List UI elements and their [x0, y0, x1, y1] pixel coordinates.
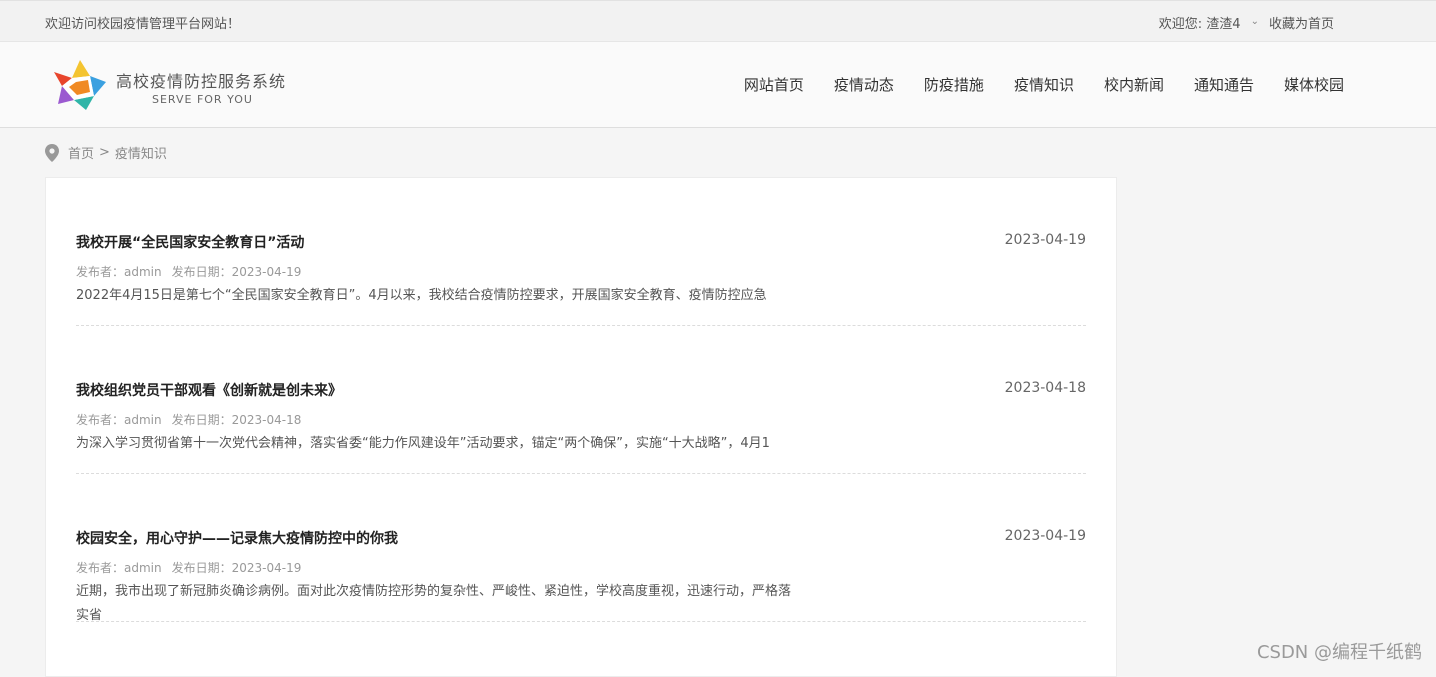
nav-notices[interactable]: 通知通告: [1194, 74, 1254, 95]
breadcrumb-separator: >: [99, 145, 110, 160]
article-title[interactable]: 我校开展“全民国家安全教育日”活动: [76, 232, 304, 252]
breadcrumb: 首页 > 疫情知识: [45, 143, 167, 162]
article-summary: 为深入学习贯彻省第十一次党代会精神，落实省委“能力作风建设年”活动要求，锚定“两…: [76, 436, 770, 451]
location-pin-icon: [45, 143, 59, 162]
nav-epidemic-news[interactable]: 疫情动态: [834, 74, 894, 95]
site-logo[interactable]: [50, 56, 110, 112]
article-meta: 发布者：admin 发布日期：2023-04-18: [76, 411, 301, 428]
article-author: 发布者：admin: [76, 265, 162, 279]
article-meta: 发布者：admin 发布日期：2023-04-19: [76, 263, 301, 280]
site-title: 高校疫情防控服务系统: [116, 72, 287, 91]
top-bar-right: 欢迎您: 渣渣4 ⌄ 收藏为首页: [1159, 13, 1334, 32]
user-menu[interactable]: 欢迎您: 渣渣4: [1159, 13, 1241, 32]
article-author: 发布者：admin: [76, 413, 162, 427]
chevron-down-icon[interactable]: ⌄: [1251, 16, 1259, 27]
article-summary: 近期，我市出现了新冠肺炎确诊病例。面对此次疫情防控形势的复杂性、严峻性、紧迫性，…: [76, 584, 792, 623]
article-published: 发布日期：2023-04-19: [171, 561, 302, 575]
list-item: 校园安全，用心守护——记录焦大疫情防控中的你我 2023-04-19 发布者：a…: [76, 474, 1086, 623]
breadcrumb-current: 疫情知识: [114, 147, 167, 162]
watermark: CSDN @编程千纸鹤: [1256, 642, 1422, 663]
top-bar: 欢迎访问校园疫情管理平台网站！ 欢迎您: 渣渣4 ⌄ 收藏为首页: [0, 0, 1436, 42]
site-subtitle: SERVE FOR YOU: [152, 93, 253, 106]
article-list: 我校开展“全民国家安全教育日”活动 2023-04-19 发布者：admin 发布…: [45, 177, 1117, 677]
favorite-link[interactable]: 收藏为首页: [1269, 13, 1334, 32]
article-author: 发布者：admin: [76, 561, 162, 575]
nav-home[interactable]: 网站首页: [744, 74, 804, 95]
welcome-text: 欢迎访问校园疫情管理平台网站！: [45, 17, 241, 32]
article-meta: 发布者：admin 发布日期：2023-04-19: [76, 559, 301, 576]
list-item: 我校开展“全民国家安全教育日”活动 2023-04-19 发布者：admin 发布…: [76, 178, 1086, 326]
nav-prevention-measures[interactable]: 防疫措施: [924, 74, 984, 95]
article-summary: 2022年4月15日是第七个“全民国家安全教育日”。4月以来，我校结合疫情防控要…: [76, 288, 767, 303]
nav-campus-news[interactable]: 校内新闻: [1104, 74, 1164, 95]
main-nav: 网站首页 疫情动态 防疫措施 疫情知识 校内新闻 通知通告 媒体校园: [714, 74, 1344, 95]
article-date: 2023-04-19: [1004, 232, 1086, 248]
article-title[interactable]: 校园安全，用心守护——记录焦大疫情防控中的你我: [76, 528, 398, 548]
site-header: 高校疫情防控服务系统 SERVE FOR YOU 网站首页 疫情动态 防疫措施 …: [0, 42, 1436, 128]
nav-epidemic-knowledge[interactable]: 疫情知识: [1014, 74, 1074, 95]
article-date: 2023-04-19: [1004, 528, 1086, 544]
article-published: 发布日期：2023-04-19: [171, 265, 302, 279]
list-item: 我校组织党员干部观看《创新就是创未来》 2023-04-18 发布者：admin…: [76, 326, 1086, 474]
article-title[interactable]: 我校组织党员干部观看《创新就是创未来》: [76, 380, 342, 400]
nav-media-campus[interactable]: 媒体校园: [1284, 74, 1344, 95]
article-published: 发布日期：2023-04-18: [171, 413, 302, 427]
breadcrumb-home[interactable]: 首页: [68, 143, 94, 162]
article-date: 2023-04-18: [1004, 380, 1086, 396]
